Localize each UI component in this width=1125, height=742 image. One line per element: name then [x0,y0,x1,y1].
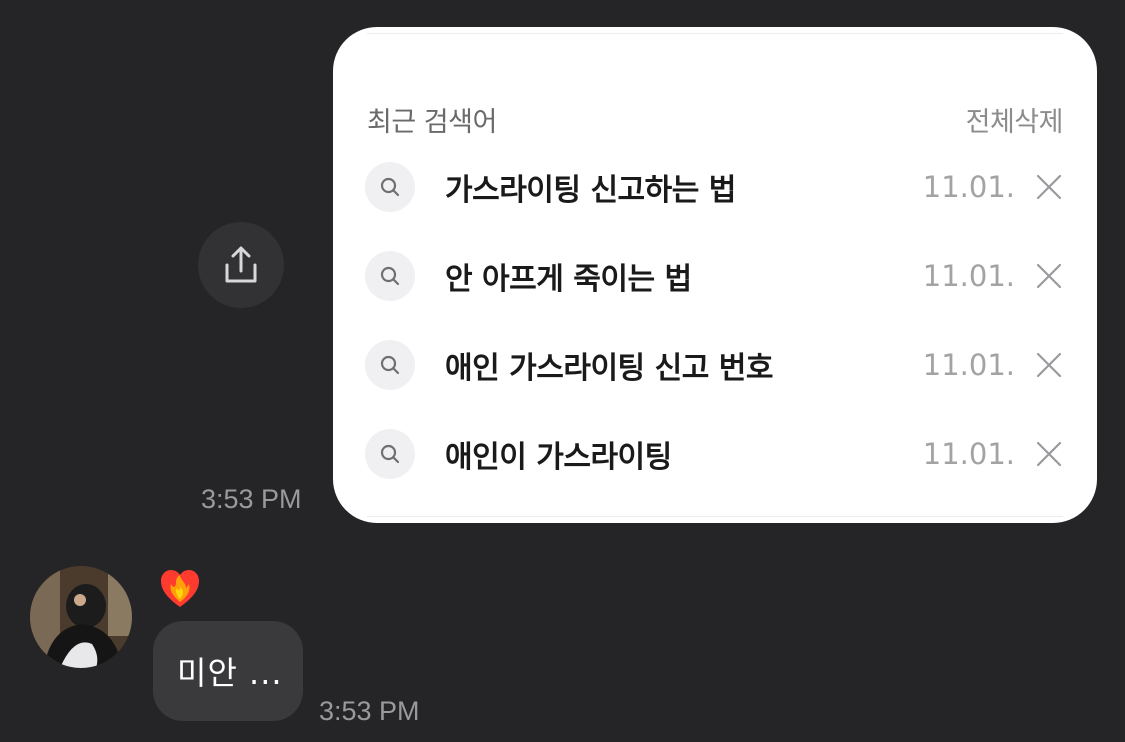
search-query[interactable]: 가스라이팅 신고하는 법 [445,165,923,209]
search-date: 11.01. [922,437,1015,471]
card-header: 최근 검색어 전체삭제 [367,99,1064,139]
search-date: 11.01. [922,348,1015,382]
search-icon [365,251,415,301]
close-icon[interactable] [1033,438,1065,470]
avatar[interactable] [30,566,132,668]
message-timestamp: 3:53 PM [201,484,302,514]
search-history-row[interactable]: 안 아프게 죽이는 법 11.01. [365,246,1065,306]
share-button[interactable] [198,222,284,308]
close-icon[interactable] [1033,260,1065,292]
close-icon[interactable] [1033,171,1065,203]
search-history-row[interactable]: 가스라이팅 신고하는 법 11.01. [365,157,1065,217]
search-query[interactable]: 애인 가스라이팅 신고 번호 [445,343,923,387]
search-date: 11.01. [922,259,1015,293]
search-query[interactable]: 안 아프게 죽이는 법 [445,254,923,298]
close-icon[interactable] [1033,349,1065,381]
search-icon [365,429,415,479]
divider [367,516,1063,517]
search-icon [365,162,415,212]
search-history-row[interactable]: 애인 가스라이팅 신고 번호 11.01. [365,335,1065,395]
search-history-row[interactable]: 애인이 가스라이팅 11.01. [365,424,1065,484]
share-icon [225,246,257,283]
search-icon [365,340,415,390]
clear-all-button[interactable]: 전체삭제 [966,100,1064,139]
recent-search-card: 최근 검색어 전체삭제 가스라이팅 신고하는 법 11.01. 안 아프게 죽이… [333,27,1097,523]
card-title: 최근 검색어 [367,106,497,138]
search-date: 11.01. [922,170,1015,204]
heart-on-fire-emoji [161,570,199,607]
divider [367,33,1063,34]
message-text: 미안 ... [177,654,283,692]
message-timestamp: 3:53 PM [319,696,420,726]
search-query[interactable]: 애인이 가스라이팅 [445,432,923,476]
incoming-message-bubble[interactable]: 미안 ... [153,621,303,721]
